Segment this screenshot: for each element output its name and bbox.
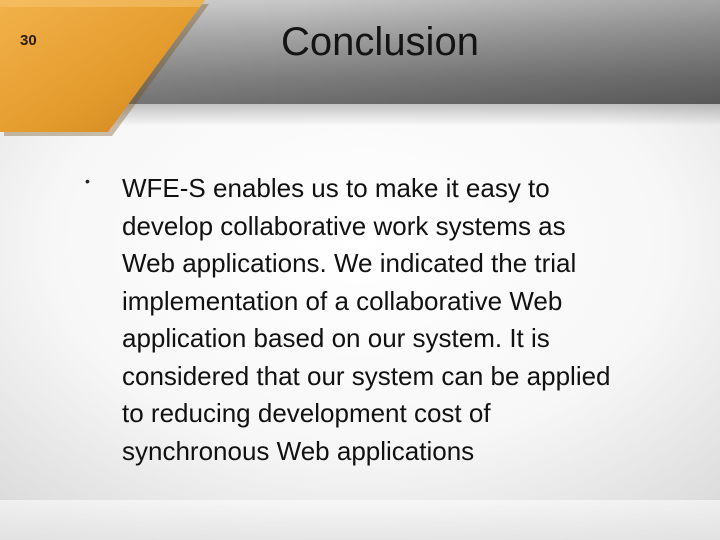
slide-number: 30 [20, 32, 37, 49]
bullet-item: • WFE-S enables us to make it easy to de… [85, 170, 625, 470]
bullet-text: WFE-S enables us to make it easy to deve… [122, 173, 611, 466]
bullet-marker: • [85, 173, 90, 189]
bullet-list: • WFE-S enables us to make it easy to de… [85, 170, 625, 470]
slide: 30 Conclusion • WFE-S enables us to make… [0, 0, 720, 540]
slide-title: Conclusion [281, 20, 479, 64]
bottom-strip [0, 500, 720, 540]
corner-accent-shape [0, 0, 209, 136]
